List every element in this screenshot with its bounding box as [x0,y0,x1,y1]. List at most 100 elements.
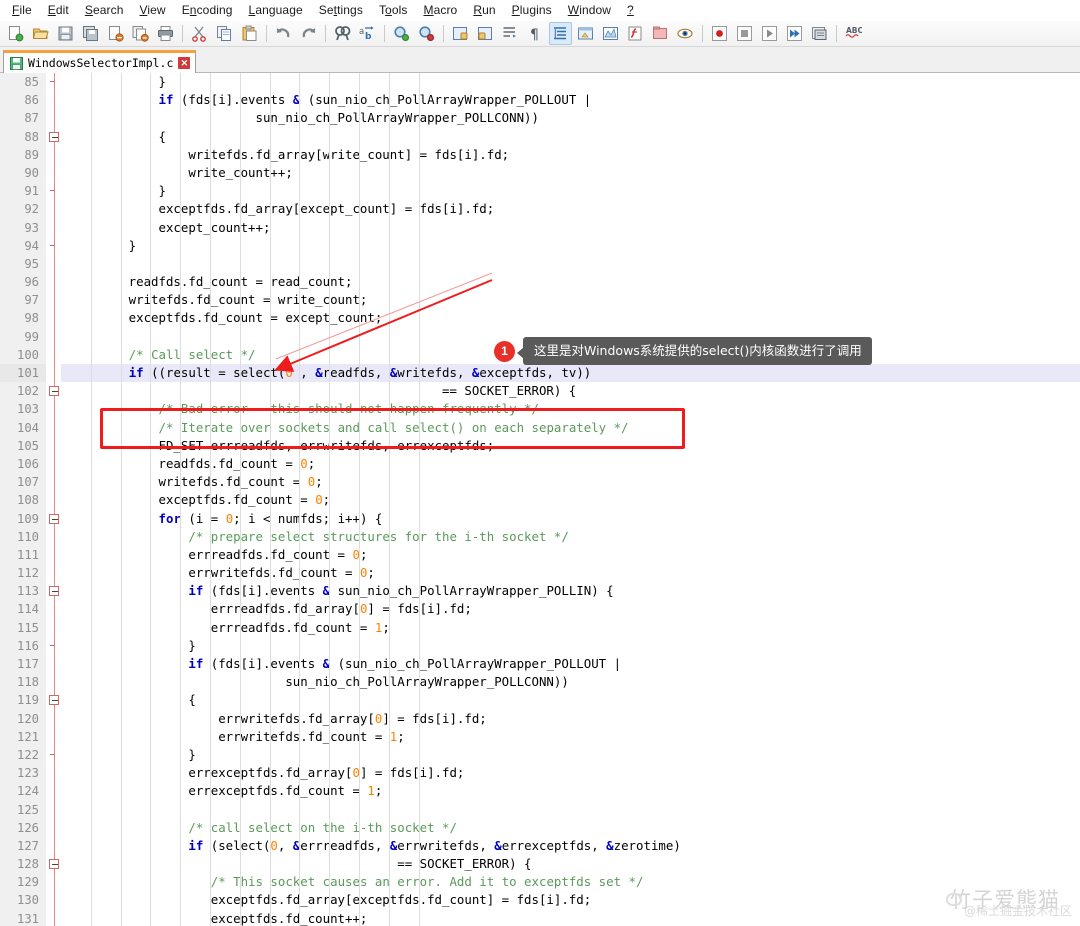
open-file-icon[interactable] [29,22,52,45]
code-line[interactable]: 118 sun_nio_ch_PollArrayWrapper_POLLCONN… [0,673,1080,692]
fold-margin[interactable] [46,600,61,619]
fold-margin[interactable] [46,145,61,164]
code-text[interactable]: readfds.fd_count = read_count; [61,273,1080,291]
code-lines[interactable]: 85 } 86 if (fds[i].events & (sun_nio_ch_P… [0,73,1080,926]
cut-icon[interactable] [188,22,211,45]
code-line[interactable]: 124 errexceptfds.fd_count = 1; [0,782,1080,801]
menu-item-run[interactable]: Run [465,1,503,19]
find-icon[interactable] [331,22,354,45]
code-line[interactable]: 121 errwritefds.fd_count = 1; [0,727,1080,746]
fold-margin[interactable] [46,673,61,692]
fold-margin[interactable] [46,109,61,128]
code-text[interactable]: errexceptfds.fd_count = 1; [61,782,1080,800]
code-text[interactable]: /* prepare select structures for the i-t… [61,528,1080,546]
code-line[interactable]: 97 writefds.fd_count = write_count; [0,291,1080,310]
code-line[interactable]: 94 } [0,236,1080,255]
fold-margin[interactable] [46,273,61,292]
code-line[interactable]: 119 { [0,691,1080,710]
fold-margin[interactable] [46,727,61,746]
play-macro-icon[interactable] [758,22,781,45]
print-icon[interactable] [154,22,177,45]
menu-item-settings[interactable]: Settings [311,1,371,19]
tab-close-icon[interactable]: ✕ [178,57,191,69]
fold-margin[interactable] [46,218,61,237]
fold-margin[interactable] [46,200,61,219]
redo-icon[interactable] [297,22,320,45]
fold-collapse-box[interactable] [49,131,59,142]
code-text[interactable]: errwritefds.fd_array[0] = fds[i].fd; [61,710,1080,728]
code-line[interactable]: 86 if (fds[i].events & (sun_nio_ch_PollA… [0,91,1080,110]
code-text[interactable]: } [61,637,1080,655]
code-text[interactable]: if (select(0, &errreadfds, &errwritefds,… [61,837,1080,855]
menu-item-macro[interactable]: Macro [415,1,465,19]
code-text[interactable]: { [61,691,1080,709]
code-line[interactable]: 96 readfds.fd_count = read_count; [0,273,1080,292]
code-text[interactable]: } [61,237,1080,255]
code-line[interactable]: 114 errreadfds.fd_array[0] = fds[i].fd; [0,600,1080,619]
fold-margin[interactable] [46,691,61,710]
code-line[interactable]: 111 errreadfds.fd_count = 0; [0,545,1080,565]
code-text[interactable]: exceptfds.fd_array[exceptfds.fd_count] =… [61,891,1080,909]
code-text[interactable]: exceptfds.fd_array[except_count] = fds[i… [61,200,1080,218]
code-line[interactable]: 130 exceptfds.fd_array[exceptfds.fd_coun… [0,891,1080,910]
fold-margin[interactable] [46,836,61,856]
code-line[interactable]: 127 if (select(0, &errreadfds, &errwrite… [0,836,1080,856]
code-line[interactable]: 131 exceptfds.fd_count++; [0,909,1080,926]
sync-vertical-icon[interactable] [449,22,472,45]
code-line[interactable]: 104 /* Iterate over sockets and call sel… [0,418,1080,437]
tab-windows-selector-impl[interactable]: WindowsSelectorImpl.c ✕ [3,50,197,73]
code-text[interactable]: == SOCKET_ERROR) { [61,382,1080,400]
code-line[interactable]: 120 errwritefds.fd_array[0] = fds[i].fd; [0,709,1080,728]
fold-margin[interactable] [46,873,61,892]
code-line[interactable]: 102 == SOCKET_ERROR) { [0,382,1080,401]
code-line[interactable]: 92 exceptfds.fd_array[except_count] = fd… [0,200,1080,219]
code-text[interactable]: writefds.fd_count = 0; [61,473,1080,491]
fold-margin[interactable] [46,254,61,274]
code-text[interactable]: /* This socket causes an error. Add it t… [61,873,1080,891]
code-line[interactable]: 85 } [0,73,1080,92]
copy-icon[interactable] [213,22,236,45]
code-line[interactable]: 101 if ((result = select(0 , &readfds, &… [0,364,1080,383]
code-text[interactable]: errreadfds.fd_array[0] = fds[i].fd; [61,600,1080,618]
fold-margin[interactable] [46,473,61,492]
code-line[interactable]: 95 [0,254,1080,274]
code-text[interactable]: writefds.fd_array[write_count] = fds[i].… [61,146,1080,164]
code-text[interactable]: readfds.fd_count = 0; [61,455,1080,473]
menu-item-edit[interactable]: Edit [40,1,77,19]
fold-margin[interactable] [46,909,61,926]
code-line[interactable]: 109 for (i = 0; i < numfds; i++) { [0,509,1080,528]
code-text[interactable]: errwritefds.fd_count = 1; [61,728,1080,746]
indent-guide-icon[interactable] [549,22,572,45]
fold-margin[interactable] [46,527,61,546]
code-line[interactable]: 115 errreadfds.fd_count = 1; [0,618,1080,637]
new-file-icon[interactable] [4,22,27,45]
code-line[interactable]: 129 /* This socket causes an error. Add … [0,873,1080,892]
fold-collapse-box[interactable] [49,386,59,397]
fold-margin[interactable] [46,636,61,655]
undo-icon[interactable] [272,22,295,45]
monitor-icon[interactable] [674,22,697,45]
function-list-icon[interactable] [624,22,647,45]
fold-margin[interactable] [46,818,61,837]
code-text[interactable]: /* Iterate over sockets and call select(… [61,419,1080,437]
code-text[interactable]: errreadfds.fd_count = 0; [61,546,1080,564]
code-line[interactable]: 128 == SOCKET_ERROR) { [0,855,1080,874]
code-text[interactable]: FD_SET errreadfds, errwritefds, errexcep… [61,437,1080,455]
code-text[interactable]: == SOCKET_ERROR) { [61,855,1080,873]
code-line[interactable]: 122 } [0,745,1080,765]
fold-margin[interactable] [46,182,61,201]
code-text[interactable]: if (fds[i].events & (sun_nio_ch_PollArra… [61,91,1080,109]
code-text[interactable]: except_count++; [61,219,1080,237]
fold-margin[interactable] [46,309,61,328]
code-text[interactable]: exceptfds.fd_count = except_count; [61,309,1080,327]
fold-margin[interactable] [46,582,61,601]
fold-collapse-box[interactable] [49,859,59,870]
record-macro-icon[interactable] [708,22,731,45]
fold-margin[interactable] [46,382,61,401]
code-text[interactable]: if (fds[i].events & sun_nio_ch_PollArray… [61,582,1080,600]
code-text[interactable]: if (fds[i].events & (sun_nio_ch_PollArra… [61,655,1080,673]
code-line[interactable]: 126 /* call select on the i-th socket */ [0,818,1080,837]
code-text[interactable]: sun_nio_ch_PollArrayWrapper_POLLCONN)) [61,109,1080,127]
code-line[interactable]: 99 [0,327,1080,346]
code-text[interactable]: /* Bad error - this should not happen fr… [61,400,1080,418]
